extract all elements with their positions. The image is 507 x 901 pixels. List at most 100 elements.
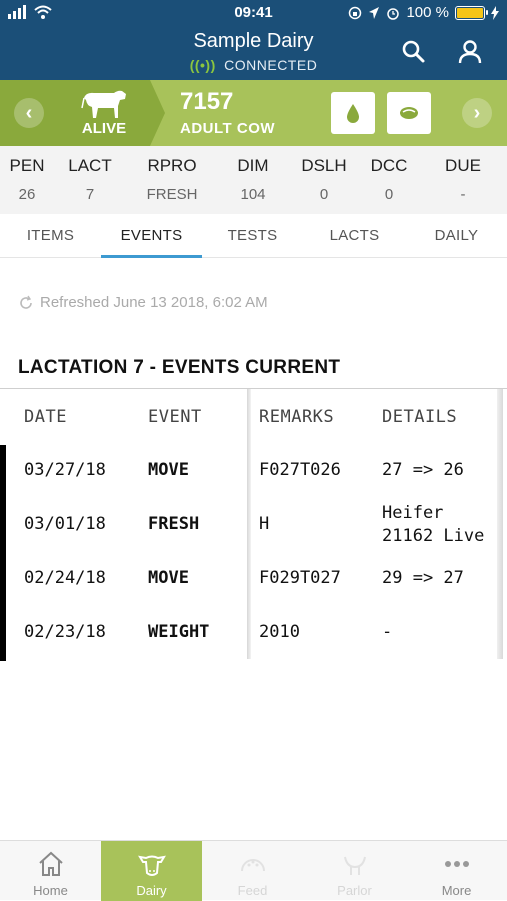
refresh-status[interactable]: Refreshed June 13 2018, 6:02 AM (18, 294, 268, 311)
nav-parlor-label: Parlor (337, 883, 372, 898)
table-header: DATE EVENT REMARKS DETAILS (0, 389, 507, 445)
cell-date: 02/23/18 (24, 622, 106, 642)
stat-label: RPRO (147, 156, 197, 175)
cell-event: MOVE (148, 460, 189, 480)
animal-id: 7157 (180, 88, 234, 115)
stat-dcc: DCC 0 (357, 146, 421, 203)
table-row[interactable]: 02/23/18 WEIGHT 2010 - (0, 607, 507, 661)
nav-dairy[interactable]: Dairy (101, 841, 202, 901)
nav-more-label: More (441, 883, 472, 898)
cell-event: MOVE (148, 568, 189, 588)
cell-details: 27 => 26 (382, 460, 464, 480)
previous-animal-button[interactable]: ‹ (14, 98, 44, 128)
stat-value: - (460, 186, 466, 203)
cell-event: WEIGHT (148, 622, 210, 642)
cell-details-line2: 21162 Live (382, 526, 485, 546)
row-marker (0, 445, 6, 499)
stat-label: LACT (68, 156, 112, 175)
stat-dslh: DSLH 0 (292, 146, 356, 203)
feed-icon (241, 859, 265, 872)
column-header-details: DETAILS (382, 407, 458, 427)
milk-drop-icon (347, 104, 359, 123)
cell-details: Heifer (382, 503, 444, 523)
stat-rpro: RPRO FRESH (140, 146, 204, 203)
stat-label: DSLH (301, 156, 347, 175)
nav-parlor[interactable]: Parlor (304, 841, 405, 901)
feed-pellet-button[interactable] (387, 92, 431, 134)
home-icon (39, 851, 63, 876)
status-bar: 09:41 100 % (0, 0, 507, 26)
location-icon (369, 6, 380, 19)
stat-pen: PEN 26 (0, 146, 59, 203)
scroll-edge (497, 389, 503, 659)
events-table: DATE EVENT REMARKS DETAILS 03/27/18 MOVE… (0, 389, 507, 661)
stat-value: 0 (319, 186, 329, 203)
search-icon[interactable] (400, 38, 428, 66)
stat-dim: DIM 104 (221, 146, 285, 203)
next-animal-button[interactable]: › (462, 98, 492, 128)
column-header-event: EVENT (148, 407, 202, 427)
stat-value: 0 (384, 186, 394, 203)
tab-events[interactable]: EVENTS (101, 214, 202, 258)
connected-icon: ((•)) (189, 57, 216, 73)
animal-stats: PEN 26 LACT 7 RPRO FRESH DIM 104 DSLH 0 … (0, 146, 507, 214)
row-marker (0, 553, 6, 607)
charging-icon (491, 5, 499, 20)
status-right: 100 % (348, 4, 499, 21)
cell-details: - (382, 622, 393, 642)
stat-label: DIM (237, 156, 269, 175)
row-marker (0, 499, 6, 553)
stat-value: 104 (240, 186, 266, 203)
column-divider (247, 389, 251, 659)
page-title: Sample Dairy (193, 30, 314, 52)
stat-value: FRESH (146, 186, 198, 203)
nav-feed[interactable]: Feed (202, 841, 303, 901)
tab-daily[interactable]: DAILY (406, 214, 507, 258)
alarm-icon (387, 7, 400, 20)
tab-lacts[interactable]: LACTS (304, 214, 405, 258)
cell-remarks: 2010 (259, 622, 300, 642)
table-row[interactable]: 02/24/18 MOVE F029T027 29 => 27 (0, 553, 507, 607)
animal-status: ALIVE (81, 120, 127, 137)
nav-home-label: Home (33, 883, 68, 898)
table-row[interactable]: 03/27/18 MOVE F027T026 27 => 26 (0, 445, 507, 499)
nav-feed-label: Feed (237, 883, 268, 898)
table-row[interactable]: 03/01/18 FRESH H Heifer 21162 Live (0, 499, 507, 553)
column-header-remarks: REMARKS (259, 407, 335, 427)
cell-details: 29 => 27 (382, 568, 464, 588)
column-header-date: DATE (24, 407, 67, 427)
section-tabs: ITEMS EVENTS TESTS LACTS DAILY (0, 214, 507, 258)
stat-value: 7 (85, 186, 95, 203)
app-header: Sample Dairy ((•)) CONNECTED (0, 26, 507, 80)
cell-remarks: F029T027 (259, 568, 341, 588)
user-icon[interactable] (456, 38, 484, 66)
tab-items[interactable]: ITEMS (0, 214, 101, 258)
cell-date: 03/01/18 (24, 514, 106, 534)
refresh-label: Refreshed June 13 2018, 6:02 AM (40, 294, 268, 311)
milk-drop-button[interactable] (331, 92, 375, 134)
lock-rotation-icon (349, 6, 362, 19)
tab-tests[interactable]: TESTS (202, 214, 303, 258)
nav-dairy-label: Dairy (136, 883, 167, 898)
nav-more[interactable]: More (406, 841, 507, 901)
row-marker (0, 607, 6, 661)
stat-label: PEN (9, 156, 45, 175)
nav-home[interactable]: Home (0, 841, 101, 901)
refresh-icon (20, 295, 32, 309)
stat-label: DCC (370, 156, 408, 175)
cell-event: FRESH (148, 514, 200, 534)
cow-icon (81, 90, 126, 118)
battery-percent: 100 % (406, 4, 449, 21)
cell-remarks: F027T026 (259, 460, 341, 480)
cow-head-icon (138, 855, 166, 876)
cell-remarks: H (259, 514, 270, 534)
section-title: LACTATION 7 - EVENTS CURRENT (18, 357, 341, 378)
battery-icon (455, 5, 488, 20)
animal-type: ADULT COW (180, 120, 276, 137)
feed-pellet-icon (400, 107, 418, 119)
more-dots-icon (445, 861, 469, 867)
cell-date: 02/24/18 (24, 568, 106, 588)
parlor-icon (344, 856, 366, 875)
cell-date: 03/27/18 (24, 460, 106, 480)
bottom-nav: Home Dairy Feed Parlor More (0, 840, 507, 901)
